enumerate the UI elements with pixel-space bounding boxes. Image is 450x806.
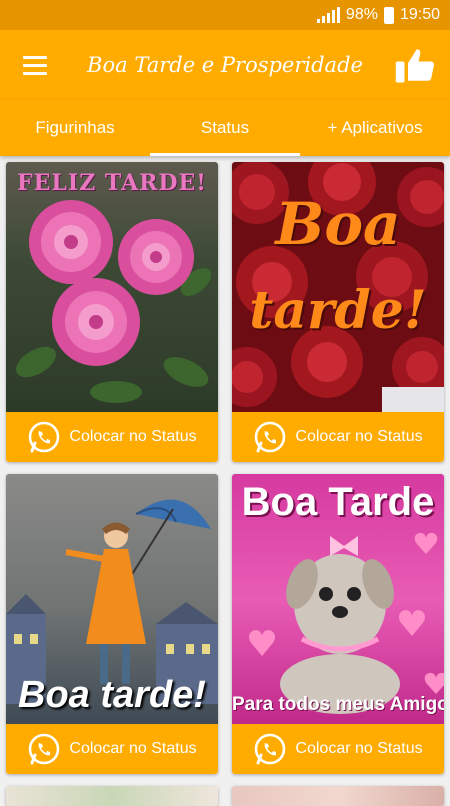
whatsapp-icon <box>29 733 60 765</box>
status-image[interactable]: FELIZ TARDE! <box>6 162 218 412</box>
status-image[interactable] <box>6 786 218 806</box>
image-caption-line2: tarde! <box>249 280 427 341</box>
image-caption-top: Boa Tarde <box>241 480 435 524</box>
image-caption-line1: Boa <box>275 190 401 258</box>
status-image[interactable]: Boa Tarde Para todos meus Amigos <box>232 474 444 724</box>
set-status-label: Colocar no Status <box>69 428 197 445</box>
whatsapp-icon <box>255 421 286 453</box>
set-status-label: Colocar no Status <box>295 428 423 445</box>
status-card: Boa tarde! Colocar no Status <box>232 162 444 462</box>
status-image[interactable]: Boa tarde! <box>232 162 444 412</box>
status-card: Boa Tarde Para todos meus Amigos Colocar… <box>232 474 444 774</box>
status-card-partial <box>232 786 444 806</box>
status-card: Boa tarde! Colocar no Status <box>6 474 218 774</box>
status-card: FELIZ TARDE! Colocar no Status <box>6 162 218 462</box>
tab-figurinhas[interactable]: Figurinhas <box>0 100 150 156</box>
tab-status[interactable]: Status <box>150 100 300 156</box>
status-bar: 98% 19:50 <box>0 0 450 30</box>
set-status-label: Colocar no Status <box>295 740 423 757</box>
set-status-button[interactable]: Colocar no Status <box>232 724 444 774</box>
battery-icon <box>383 6 394 24</box>
image-caption: FELIZ TARDE! <box>17 170 207 196</box>
signal-icon <box>316 7 340 23</box>
set-status-button[interactable]: Colocar no Status <box>6 724 218 774</box>
image-caption-bottom: Para todos meus Amigos <box>232 694 444 715</box>
app-bar: Boa Tarde e Prosperidade <box>0 30 450 100</box>
thumbs-up-icon <box>395 49 434 83</box>
app-title: Boa Tarde e Prosperidade <box>87 53 363 77</box>
status-image[interactable]: Boa tarde! <box>6 474 218 724</box>
whatsapp-icon <box>255 733 286 765</box>
like-button[interactable] <box>380 30 450 100</box>
image-caption: Boa tarde! <box>18 674 206 716</box>
set-status-button[interactable]: Colocar no Status <box>6 412 218 462</box>
whatsapp-icon <box>29 421 60 453</box>
status-image[interactable] <box>232 786 444 806</box>
menu-button[interactable] <box>0 30 70 100</box>
tab-bar: Figurinhas Status + Aplicativos <box>0 100 450 156</box>
roses-illustration <box>16 200 212 403</box>
set-status-button[interactable]: Colocar no Status <box>232 412 444 462</box>
status-card-partial <box>6 786 218 806</box>
set-status-label: Colocar no Status <box>69 740 197 757</box>
tab-aplicativos[interactable]: + Aplicativos <box>300 100 450 156</box>
battery-percent: 98% <box>345 6 378 23</box>
hamburger-icon <box>23 55 47 59</box>
clock: 19:50 <box>399 6 440 23</box>
